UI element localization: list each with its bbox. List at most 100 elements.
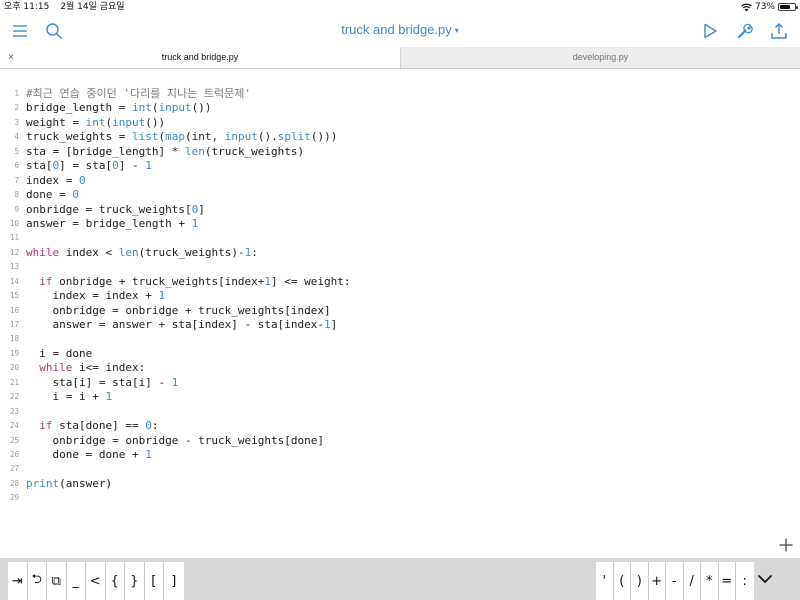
key[interactable]: } (125, 562, 145, 600)
code-token: onbridge = onbridge + truck_weights[inde… (26, 303, 331, 317)
code-line[interactable]: 2 bridge_length = int(input()) (0, 101, 800, 115)
code-text: onbridge = truck_weights[0] (26, 203, 205, 217)
key[interactable]: < (86, 562, 106, 600)
code-line[interactable]: 4 truck_weights = list(map(int, input().s… (0, 130, 800, 144)
code-text: onbridge = onbridge + truck_weights[inde… (26, 303, 331, 318)
share-icon[interactable] (770, 22, 788, 40)
keyboard-dismiss-icon[interactable] (756, 570, 774, 588)
key[interactable]: ) (631, 562, 649, 600)
line-number: 13 (9, 262, 19, 272)
code-token: map (165, 130, 185, 144)
code-token: int (131, 101, 152, 115)
keyboard-accessory-bar: ⇥ ⮌ ⧉ _ <{}[] '() + - / * =: (0, 558, 800, 600)
key[interactable]: - (666, 562, 684, 600)
code-token: (). (257, 130, 278, 144)
key[interactable]: { (106, 562, 125, 600)
code-text: answer = bridge_length + 1 (26, 217, 198, 231)
code-token: sta[i] = sta[i] - (26, 375, 172, 389)
line-number: 15 (9, 291, 19, 301)
line-number: 26 (9, 449, 19, 459)
code-token: onbridge = onbridge - truck_weights[done… (26, 433, 325, 447)
tab-label: truck and bridge.py (161, 52, 239, 62)
code-token: : (251, 245, 258, 259)
code-text: weight = int(input()) (26, 116, 165, 130)
code-token: input (112, 115, 146, 129)
code-line[interactable]: 14 if onbridge + truck_weights[index+1] … (0, 275, 800, 289)
code-line[interactable]: 23 (0, 405, 800, 419)
code-line[interactable]: 5 sta = [bridge_length] * len(truck_weigh… (0, 145, 800, 159)
code-text: #최근 연습 중이던 '다리를 지나는 트럭문제' (26, 87, 251, 101)
tab-truck-and-bridge[interactable]: × truck and bridge.py (0, 47, 400, 68)
code-line[interactable]: 11 (0, 231, 800, 245)
key[interactable]: ⧉ (47, 562, 67, 600)
key[interactable]: ( (614, 562, 631, 600)
code-editor[interactable]: 1 #최근 연습 중이던 '다리를 지나는 트럭문제' 2 bridge_length… (0, 87, 800, 506)
code-text: if sta[done] == 0: (26, 419, 158, 433)
key[interactable]: : (736, 562, 754, 600)
code-line[interactable]: 9 onbridge = truck_weights[0] (0, 203, 800, 217)
code-line[interactable]: 15 index = index + 1 (0, 289, 800, 303)
key[interactable]: ⮌ (28, 562, 47, 600)
code-text: bridge_length = int(input()) (26, 101, 211, 115)
line-number: 25 (9, 435, 19, 445)
code-text: if onbridge + truck_weights[index+1] <= … (26, 275, 350, 289)
wrench-icon[interactable] (736, 22, 754, 40)
code-token: (answer) (59, 476, 113, 490)
code-line[interactable]: 8 done = 0 (0, 188, 800, 202)
line-number: 7 (14, 175, 19, 185)
add-icon[interactable] (778, 537, 794, 553)
code-text: truck_weights = list(map(int, input().sp… (26, 130, 337, 144)
code-line[interactable]: 28 print(answer) (0, 477, 800, 491)
key[interactable]: [ (145, 562, 164, 600)
code-token: split (277, 130, 311, 144)
code-token: ()) (145, 115, 166, 129)
code-line[interactable]: 22 i = i + 1 (0, 390, 800, 404)
close-icon[interactable]: × (8, 47, 14, 68)
code-token: list (131, 130, 159, 144)
code-token: #최근 연습 중이던 '다리를 지나는 트럭문제' (26, 87, 252, 100)
code-line[interactable]: 24 if sta[done] == 0: (0, 419, 800, 433)
code-text: onbridge = onbridge - truck_weights[done… (26, 434, 324, 448)
code-line[interactable]: 13 (0, 260, 800, 274)
code-line[interactable]: 26 done = done + 1 (0, 448, 800, 462)
code-text: index = 0 (26, 174, 86, 188)
key[interactable]: ⇥ (8, 562, 28, 600)
code-line[interactable]: 20 while i<= index: (0, 361, 800, 375)
code-line[interactable]: 7 index = 0 (0, 174, 800, 188)
code-line[interactable]: 29 (0, 491, 800, 505)
key[interactable]: = (719, 562, 736, 600)
code-line[interactable]: 27 (0, 462, 800, 476)
code-line[interactable]: 3 weight = int(input()) (0, 116, 800, 130)
code-token: ] = sta[ (59, 159, 113, 173)
key[interactable]: _ (67, 562, 86, 600)
key[interactable]: / (684, 562, 701, 600)
code-line[interactable]: 18 (0, 332, 800, 346)
code-token: 1 (105, 390, 113, 404)
key[interactable]: * (701, 562, 719, 600)
code-line[interactable]: 1 #최근 연습 중이던 '다리를 지나는 트럭문제' (0, 87, 800, 101)
code-line[interactable]: 19 i = done (0, 347, 800, 361)
code-token: print (26, 476, 60, 490)
run-icon[interactable] (701, 22, 719, 40)
code-token: (truck_weights)- (138, 245, 245, 259)
key[interactable]: ] (164, 562, 184, 600)
code-line[interactable]: 10 answer = bridge_length + 1 (0, 217, 800, 231)
key[interactable]: + (649, 562, 666, 600)
code-token: 0 (112, 159, 119, 173)
code-line[interactable]: 17 answer = answer + sta[index] - sta[in… (0, 318, 800, 332)
line-number: 23 (9, 406, 19, 416)
code-text: done = done + 1 (26, 448, 151, 462)
line-number: 10 (9, 218, 19, 228)
tab-developing[interactable]: developing.py (400, 47, 800, 68)
code-line[interactable]: 21 sta[i] = sta[i] - 1 (0, 376, 800, 390)
code-token: : (151, 419, 159, 433)
code-line[interactable]: 16 onbridge = onbridge + truck_weights[i… (0, 304, 800, 318)
line-number: 11 (9, 233, 19, 243)
code-token: index = (26, 173, 79, 187)
code-line[interactable]: 6 sta[0] = sta[0] - 1 (0, 159, 800, 173)
document-title[interactable]: truck and bridge.py ▾ (0, 22, 800, 37)
code-line[interactable]: 12 while index < len(truck_weights)-1: (0, 246, 800, 260)
key[interactable]: ' (596, 562, 614, 600)
code-line[interactable]: 25 onbridge = onbridge - truck_weights[d… (0, 434, 800, 448)
